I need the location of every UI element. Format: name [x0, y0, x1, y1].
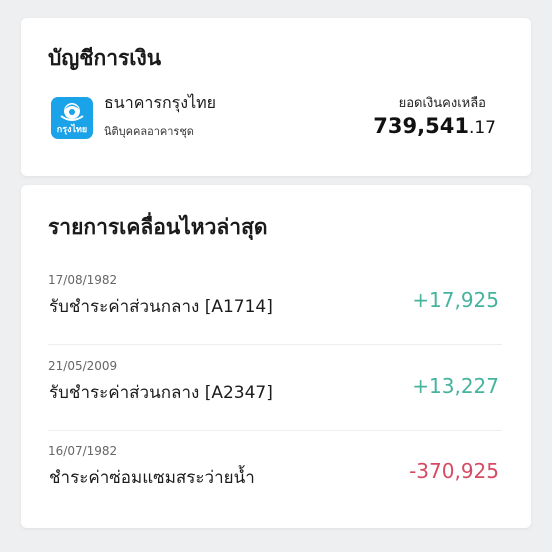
transaction-row[interactable]: 16/07/1982 ชำระค่าซ่อมแซมสระว่ายน้ำ -370… — [48, 432, 502, 516]
transaction-row[interactable]: 17/08/1982 รับชำระค่าส่วนกลาง [A1714] +1… — [48, 261, 502, 345]
balance-decimal: .17 — [468, 118, 496, 138]
transactions-card: รายการเคลื่อนไหวล่าสุด 17/08/1982 รับชำร… — [21, 185, 531, 528]
transaction-amount: +17,925 — [412, 288, 499, 312]
transaction-date: 21/05/2009 — [48, 359, 118, 373]
balance-amount: 739,541.17 — [373, 114, 496, 138]
transaction-description: ชำระค่าซ่อมแซมสระว่ายน้ำ — [49, 468, 255, 488]
bank-name: ธนาคารกรุงไทย — [104, 93, 217, 112]
account-section-title: บัญชีการเงิน — [48, 46, 162, 70]
bank-logo-icon: กรุงไทย — [51, 97, 93, 139]
balance-label: ยอดเงินคงเหลือ — [398, 96, 486, 111]
account-name: นิติบุคคลอาคารชุด — [104, 125, 194, 138]
transaction-amount: +13,227 — [412, 374, 499, 398]
balance-integer: 739,541 — [373, 114, 469, 138]
account-card: บัญชีการเงิน กรุงไทย ธนาคารกรุงไทย นิติบ… — [21, 18, 531, 176]
transactions-section-title: รายการเคลื่อนไหวล่าสุด — [48, 215, 268, 239]
transaction-date: 16/07/1982 — [48, 444, 118, 458]
transaction-description: รับชำระค่าส่วนกลาง [A1714] — [49, 297, 273, 317]
transaction-date: 17/08/1982 — [48, 273, 118, 287]
transaction-description: รับชำระค่าส่วนกลาง [A2347] — [49, 383, 273, 403]
row-divider — [48, 430, 502, 431]
transaction-row[interactable]: 21/05/2009 รับชำระค่าส่วนกลาง [A2347] +1… — [48, 347, 502, 431]
transaction-amount: -370,925 — [409, 459, 499, 483]
row-divider — [48, 344, 502, 345]
bank-logo-wordmark: กรุงไทย — [57, 123, 87, 135]
